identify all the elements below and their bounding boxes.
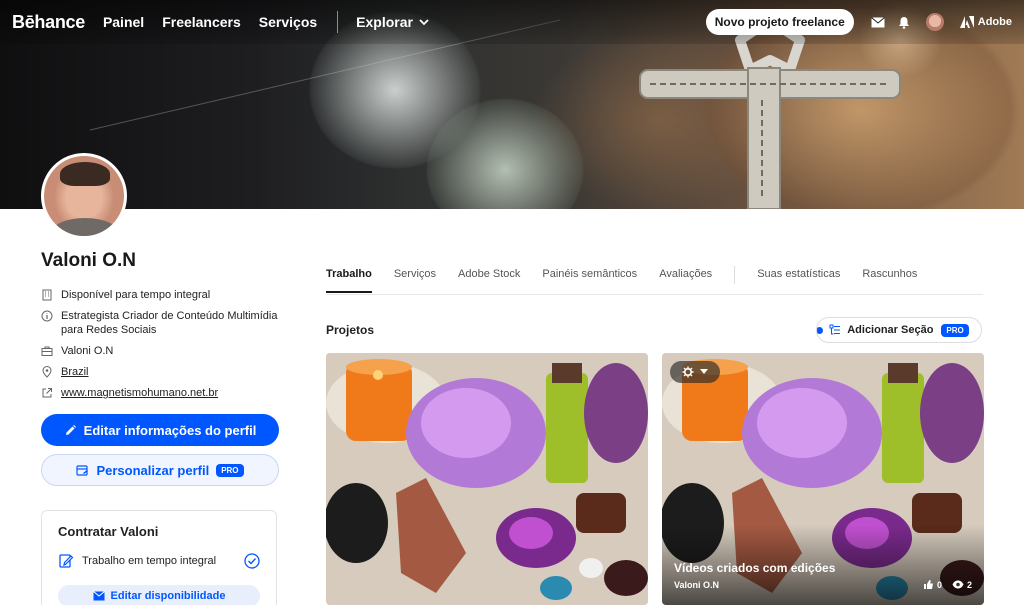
pencil-icon [65,424,76,435]
gear-icon [682,366,694,378]
likes-stat: 0 [923,579,942,590]
nav-freelancers[interactable]: Freelancers [162,14,241,30]
tab-divider [734,266,736,284]
building-icon [42,289,52,301]
tab-paineis-semanticos[interactable]: Painéis semânticos [542,258,637,292]
project-stats: 0 2 [923,579,972,590]
customize-profile-button[interactable]: Personalizar perfil PRO [41,454,279,486]
mail-icon [92,591,105,601]
edit-availability-button[interactable]: Editar disponibilidade [58,585,260,605]
edit-availability-label: Editar disponibilidade [110,590,226,602]
nav-painel[interactable]: Painel [103,14,144,30]
likes-count: 0 [936,579,942,590]
profile-avatar[interactable] [41,153,127,239]
briefcase-icon [41,346,53,356]
customize-icon [76,464,89,476]
mail-icon[interactable] [870,14,886,30]
nav-explore-label: Explorar [356,14,413,30]
bell-icon[interactable] [896,14,912,30]
eye-icon [952,580,964,589]
adobe-logo-icon [959,16,974,28]
new-freelance-project-button[interactable]: Novo projeto freelance [705,9,854,35]
project-title[interactable]: Vídeos criados com edições [674,561,835,575]
add-section-label: Adicionar Seção [847,324,934,336]
section-list-icon [829,324,841,335]
availability-text: Disponível para tempo integral [61,289,211,301]
nav-divider [337,11,339,33]
profile-name: Valoni O.N [41,250,137,271]
adobe-link[interactable]: Adobe [959,16,1012,28]
nav-explore-dropdown[interactable]: Explorar [356,14,429,30]
hire-card: Contratar Valoni Trabalho em tempo integ… [41,510,277,605]
edit-profile-button[interactable]: Editar informações do perfil [41,414,279,446]
views-count: 2 [966,579,972,590]
role-text: Estrategista Criador de Conteúdo Multimí… [61,310,278,336]
customize-profile-label: Personalizar perfil [96,462,210,478]
location-pin-icon [42,366,52,378]
adobe-label: Adobe [977,16,1012,28]
hire-title: Contratar Valoni [58,524,159,539]
profile-sidebar: Valoni O.N Disponível para tempo integra… [41,250,279,605]
projects-heading: Projetos [326,323,375,337]
top-navigation: Bēhance Painel Freelancers Serviços Expl… [0,0,1024,44]
tab-suas-estatisticas[interactable]: Suas estatísticas [757,258,840,292]
profile-tabs: Trabalho Serviços Adobe Stock Painéis se… [326,258,983,295]
add-section-button[interactable]: Adicionar Seção PRO [816,317,982,343]
project-settings-button[interactable] [670,361,720,383]
project-card[interactable]: Vídeos criados com edições Valoni O.N 0 … [662,353,984,605]
pro-badge: PRO [941,323,969,337]
external-link-icon [42,388,52,398]
availability-row: Disponível para tempo integral [41,288,279,302]
company-row: Valoni O.N [41,344,279,358]
project-card[interactable] [326,353,648,605]
hire-fulltime-item[interactable]: Trabalho em tempo integral [58,553,260,569]
company-text: Valoni O.N [61,345,114,357]
hire-fulltime-label: Trabalho em tempo integral [82,555,217,567]
user-avatar[interactable] [925,13,944,31]
behance-logo[interactable]: Bēhance [12,12,85,33]
chevron-down-icon [419,19,429,26]
project-thumbnail [326,353,648,605]
chevron-down-icon [700,369,708,374]
tab-avaliacoes[interactable]: Avaliações [659,258,712,292]
tab-trabalho[interactable]: Trabalho [326,258,372,293]
document-edit-icon [59,554,74,568]
tab-servicos[interactable]: Serviços [394,258,436,292]
checkmark-circle-icon [244,553,260,569]
nav-servicos[interactable]: Serviços [259,14,317,30]
thumbs-up-icon [923,580,933,589]
location-link[interactable]: Brazil [61,365,89,379]
tab-rascunhos[interactable]: Rascunhos [862,258,917,292]
tab-adobe-stock[interactable]: Adobe Stock [458,258,520,292]
info-icon [41,310,53,322]
location-row: Brazil [41,365,279,379]
project-author[interactable]: Valoni O.N [674,580,719,590]
role-row: Estrategista Criador de Conteúdo Multimí… [41,309,279,337]
website-link[interactable]: www.magnetismohumano.net.br [61,386,218,400]
views-stat: 2 [952,580,972,590]
pro-badge: PRO [216,463,244,477]
website-row: www.magnetismohumano.net.br [41,386,279,400]
edit-profile-label: Editar informações do perfil [83,422,257,438]
